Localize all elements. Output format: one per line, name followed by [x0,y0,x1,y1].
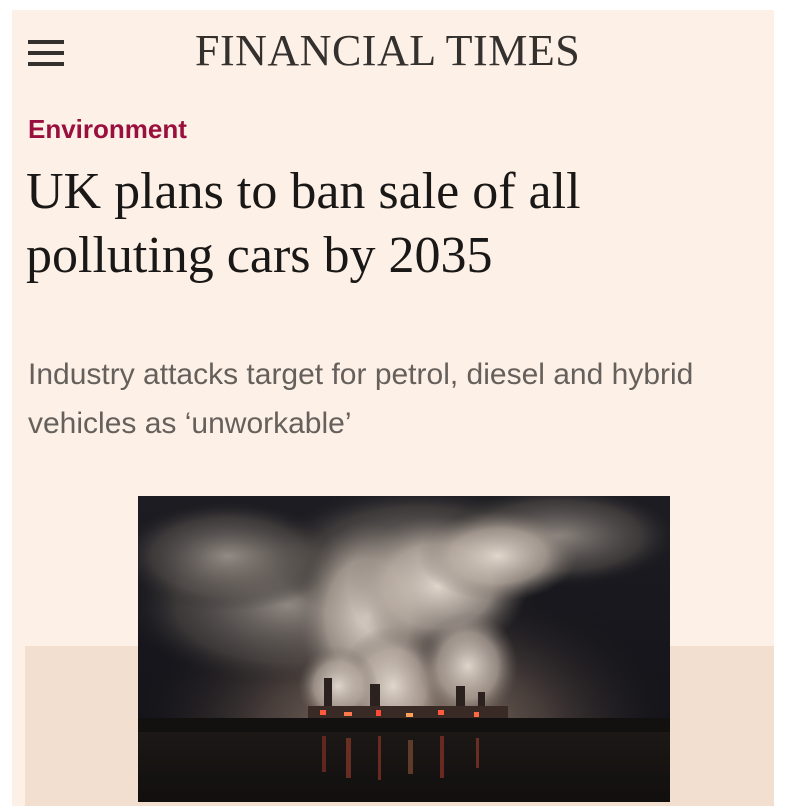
menu-bar [28,40,64,44]
article-hero-image [138,496,670,802]
menu-bar [28,62,64,66]
hamburger-menu-icon[interactable] [28,38,64,68]
menu-bar [28,51,64,55]
article-headline: UK plans to ban sale of all polluting ca… [26,163,581,284]
article-container: FINANCIAL TIMES Environment UK plans to … [12,10,774,806]
masthead: FINANCIAL TIMES [12,10,774,92]
site-logo[interactable]: FINANCIAL TIMES [195,29,580,73]
section-link-environment[interactable]: Environment [28,116,187,142]
page: FINANCIAL TIMES Environment UK plans to … [0,0,794,812]
power-station-smoke-photo [138,496,670,802]
article-standfirst: Industry attacks target for petrol, dies… [28,358,694,440]
